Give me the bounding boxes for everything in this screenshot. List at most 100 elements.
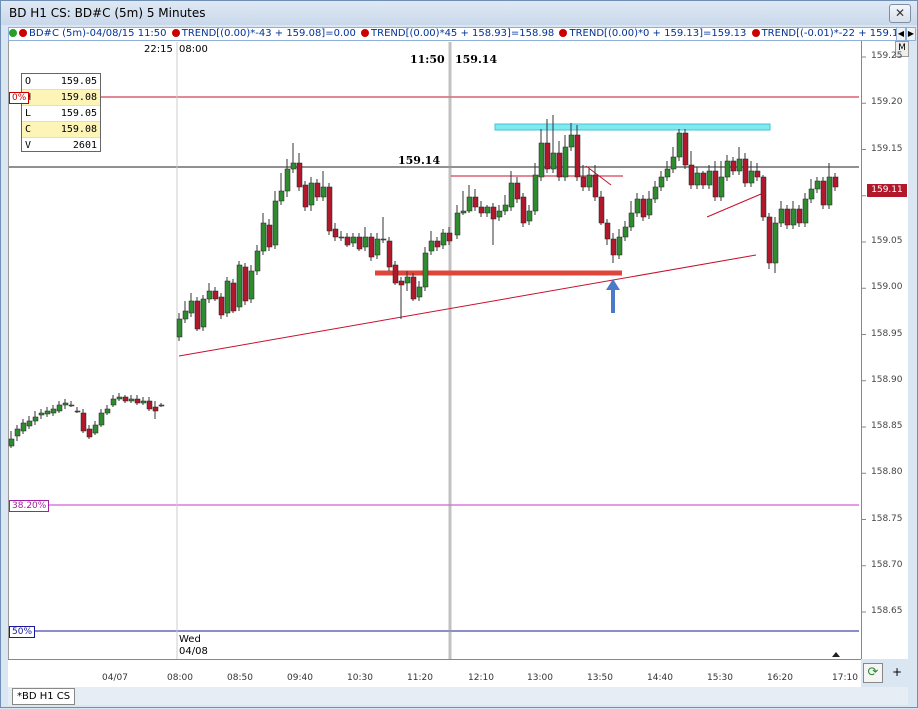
tab-bar: *BD H1 CS — [8, 687, 908, 705]
candle-body — [556, 152, 563, 178]
candle-body — [652, 186, 659, 200]
candle-body — [188, 300, 195, 314]
time-label-right: 08:00 — [179, 44, 208, 55]
price-tick-label: 158.85 — [871, 421, 903, 431]
time-tick-label: 12:10 — [468, 673, 494, 683]
candle-body — [658, 176, 665, 188]
candle-body — [8, 438, 15, 447]
fib-0-label: 0% — [9, 92, 30, 104]
candle-body — [772, 222, 779, 264]
candle-body — [140, 400, 147, 404]
candle-body — [700, 172, 707, 186]
price-tick-label: 158.65 — [871, 606, 903, 616]
candle-body — [514, 182, 521, 200]
candle-body — [748, 170, 755, 184]
candle-body — [254, 250, 261, 272]
candle-body — [350, 236, 357, 244]
candle-body — [62, 402, 69, 406]
candle-body — [796, 208, 803, 224]
candle-body — [814, 180, 821, 190]
candle-body — [712, 170, 719, 198]
candle-body — [296, 162, 303, 188]
candle-body — [152, 406, 159, 412]
candle-body — [20, 422, 27, 432]
candle-body — [730, 160, 737, 172]
candle-body — [634, 198, 641, 214]
candle-body — [212, 290, 219, 300]
chart-window: BD H1 CS: BD#C (5m) 5 Minutes ✕ BD#C (5m… — [0, 0, 918, 708]
candle-body — [344, 236, 351, 246]
price-tick-label: 158.80 — [871, 467, 903, 478]
candle-body — [326, 186, 333, 232]
candle-body — [338, 236, 345, 239]
trend-line-support — [178, 254, 757, 357]
candle-body — [490, 206, 497, 220]
candle-body — [314, 182, 321, 198]
candle-body — [56, 404, 63, 412]
candle-body — [392, 264, 399, 284]
candle-body — [122, 396, 129, 402]
candle-body — [44, 410, 51, 415]
price-tick-label: 159.00 — [871, 282, 903, 293]
candle-body — [440, 232, 447, 246]
resistance-band — [494, 123, 771, 131]
candle-body — [242, 266, 249, 302]
candle-body — [694, 172, 701, 186]
candle-body — [368, 236, 375, 258]
candle-body — [598, 196, 605, 224]
candle-body — [520, 196, 527, 224]
candle-body — [646, 198, 653, 216]
candle-body — [832, 176, 839, 188]
time-tick-label: 16:20 — [767, 673, 793, 683]
time-tick-label: 09:40 — [287, 673, 313, 683]
candle-body — [434, 240, 441, 248]
candle-body — [550, 152, 557, 170]
cursor-price: 159.14 — [455, 53, 498, 66]
candle-body — [266, 224, 273, 248]
candle-body — [454, 212, 461, 236]
time-tick-label: 04/07 — [102, 673, 128, 683]
candle-body — [562, 146, 569, 178]
candle-body — [808, 188, 815, 200]
candle-body — [706, 170, 713, 186]
candle-body — [802, 198, 809, 224]
candle-body — [428, 240, 435, 252]
candle-body — [580, 176, 587, 188]
candle-body — [248, 270, 255, 300]
candle-body — [176, 318, 183, 338]
ohlc-data-box: O159.05 H159.08 L159.05 C159.08 V2601 — [21, 73, 101, 152]
price-tick-label: 159.25 — [871, 51, 903, 61]
candle-body — [272, 200, 279, 246]
candle-body — [134, 398, 141, 404]
refresh-icon[interactable]: ⟳ — [863, 663, 883, 683]
candle-body — [86, 428, 93, 438]
candle-body — [664, 168, 671, 178]
time-tick-label: 08:00 — [167, 673, 193, 683]
time-tick-label: 08:50 — [227, 673, 253, 683]
candle-body — [676, 132, 683, 158]
ohlc-high-row: H159.08 — [22, 90, 100, 106]
candle-body — [278, 190, 285, 202]
candle-body — [640, 198, 647, 218]
candle-body — [496, 210, 503, 218]
candle-body — [478, 206, 485, 214]
level-label: 159.14 — [398, 154, 441, 167]
candle-body — [724, 160, 731, 178]
plus-icon[interactable]: + — [889, 663, 905, 681]
candle-body — [68, 404, 75, 407]
candle-body — [38, 412, 45, 416]
candle-body — [74, 410, 81, 413]
candle-body — [290, 162, 297, 170]
candle-body — [308, 182, 315, 206]
candle-body — [32, 416, 39, 422]
time-axis[interactable] — [8, 659, 861, 687]
tab-bd-h1-cs[interactable]: *BD H1 CS — [12, 688, 76, 705]
price-tick-label: 159.20 — [871, 97, 903, 108]
price-tick-label: 159.15 — [871, 143, 903, 154]
candle-body — [404, 276, 411, 284]
candle-body — [146, 400, 153, 410]
candle-body — [362, 236, 369, 248]
price-tick-label: 158.75 — [871, 513, 903, 524]
time-tick-label: 15:30 — [707, 673, 733, 683]
candle-body — [104, 408, 111, 414]
